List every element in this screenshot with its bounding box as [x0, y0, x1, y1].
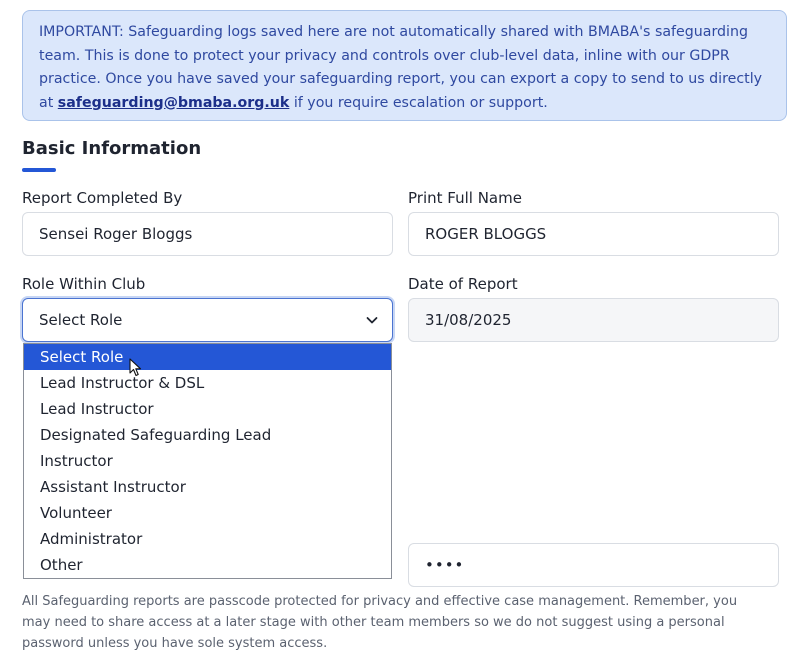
role-option[interactable]: Designated Safeguarding Lead: [24, 422, 391, 448]
role-option[interactable]: Administrator: [24, 526, 391, 552]
section-title-underline: [22, 168, 56, 172]
chevron-down-icon: [366, 317, 378, 324]
role-option[interactable]: Other: [24, 552, 391, 578]
completed-by-label: Report Completed By: [22, 189, 183, 207]
date-label: Date of Report: [408, 275, 518, 293]
role-option[interactable]: Instructor: [24, 448, 391, 474]
full-name-label: Print Full Name: [408, 189, 522, 207]
full-name-input[interactable]: ROGER BLOGGS: [408, 212, 779, 256]
role-dropdown-list: Select Role Lead Instructor & DSL Lead I…: [23, 343, 392, 579]
date-input[interactable]: 31/08/2025: [408, 298, 779, 342]
role-option[interactable]: Select Role: [24, 344, 391, 370]
role-option[interactable]: Volunteer: [24, 500, 391, 526]
role-option[interactable]: Lead Instructor & DSL: [24, 370, 391, 396]
role-label: Role Within Club: [22, 275, 146, 293]
safeguarding-email-link[interactable]: safeguarding@bmaba.org.uk: [58, 95, 290, 111]
role-select[interactable]: Select Role: [22, 298, 393, 342]
passcode-helper-text: All Safeguarding reports are passcode pr…: [22, 594, 738, 651]
role-select-value: Select Role: [39, 311, 123, 329]
gdpr-notice: IMPORTANT: Safeguarding logs saved here …: [22, 10, 787, 121]
completed-by-input[interactable]: Sensei Roger Bloggs: [22, 212, 393, 256]
section-title: Basic Information: [22, 138, 202, 159]
mouse-pointer-icon: [129, 358, 142, 377]
role-option[interactable]: Assistant Instructor: [24, 474, 391, 500]
notice-text-after: if you require escalation or support.: [289, 94, 548, 111]
role-option[interactable]: Lead Instructor: [24, 396, 391, 422]
passcode-input[interactable]: ••••: [408, 543, 779, 587]
